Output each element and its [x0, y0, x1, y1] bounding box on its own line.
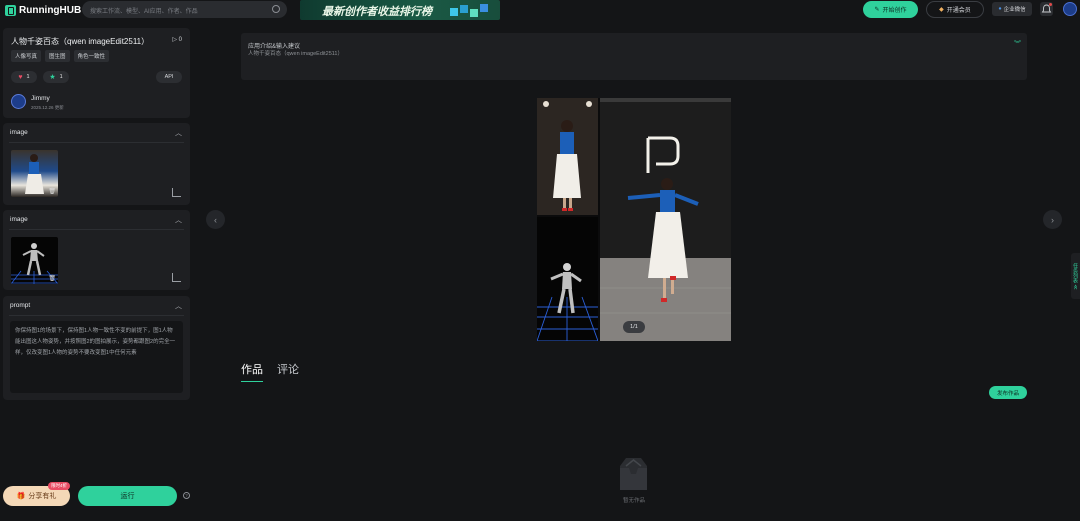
chevron-up-icon[interactable]: ︿ [175, 301, 182, 311]
source-photo-panel [537, 98, 598, 215]
workflow-title: 人物千姿百态（qwen imageEdit2511） [11, 37, 150, 46]
search-input[interactable]: 搜索工作流、模型、AI应用、作者、作品 [82, 1, 287, 18]
help-icon[interactable]: ? [183, 492, 190, 499]
wechat-button[interactable]: ● 企业微信 [992, 2, 1032, 16]
app-intro-panel[interactable]: 应用介绍&输入建议 人物千姿百态（qwen imageEdit2511） ︾ [241, 33, 1027, 80]
top-bar: RunningHUB 搜索工作流、模型、AI应用、作者、作品 最新创作者收益排行… [0, 0, 1080, 20]
play-count[interactable]: ▷ 0 [172, 36, 182, 43]
input-image-thumbnail[interactable]: 🗑 [11, 150, 58, 197]
logo-icon [5, 5, 16, 16]
diamond-icon: ◆ [939, 7, 944, 13]
section-title: image [10, 129, 28, 136]
discount-badge: 限时4折 [48, 482, 71, 490]
empty-inbox-icon [620, 458, 647, 490]
bottom-action-bar: 🎁 分享有礼 限时4折 运行 ? [3, 482, 193, 508]
author-name[interactable]: Jimmy [31, 95, 50, 102]
publish-work-button[interactable]: 发布作品 [989, 386, 1027, 399]
chevron-double-down-icon[interactable]: ︾ [1014, 39, 1021, 49]
chevron-up-icon[interactable]: ︿ [175, 215, 182, 225]
gift-icon: 🎁 [16, 493, 26, 500]
user-avatar[interactable] [1063, 2, 1077, 16]
previous-arrow-icon[interactable]: ‹ [206, 210, 225, 229]
woman-photo [537, 98, 598, 215]
image-input-section-2: image ︿ 🗑 [3, 210, 190, 290]
generated-photo-panel [600, 98, 731, 341]
content-tabs: 作品 评论 [241, 361, 299, 382]
vip-button[interactable]: ◆ 开通会员 [926, 1, 984, 18]
updated-date: 2025.12.26 更新 [31, 105, 64, 110]
banner-text: 最新创作者收益排行榜 [322, 6, 432, 18]
notification-dot [1049, 3, 1052, 6]
cubes-icon [450, 4, 488, 17]
edit-icon[interactable] [172, 273, 181, 282]
like-count: 1 [26, 74, 30, 80]
run-button[interactable]: 运行 [78, 486, 177, 506]
search-placeholder: 搜索工作流、模型、AI应用、作者、作品 [90, 9, 198, 15]
api-button[interactable]: API [156, 71, 182, 83]
brush-icon: ✎ [874, 7, 880, 13]
mannequin-photo [537, 263, 599, 341]
favorite-count: 1 [59, 74, 63, 80]
chevron-up-icon[interactable]: ︿ [175, 128, 182, 138]
divider [9, 315, 184, 316]
edit-icon[interactable] [172, 188, 181, 197]
share-label: 分享有礼 [28, 493, 57, 500]
image-counter: 1/1 [623, 321, 645, 333]
search-icon[interactable] [272, 5, 280, 13]
heart-icon: ♥ [18, 73, 23, 81]
tag-list: 人像写真 图生图 角色一致性 [11, 50, 110, 62]
wechat-label: 企业微信 [1003, 7, 1026, 13]
logo-text: RunningHUB [19, 5, 82, 16]
tag[interactable]: 图生图 [45, 50, 70, 62]
section-title: image [10, 216, 28, 223]
creator-ranking-banner[interactable]: 最新创作者收益排行榜 [300, 0, 500, 20]
start-create-label: 开始创作 [882, 8, 907, 14]
pose-reference-panel [537, 217, 599, 341]
play-icon: ▷ [172, 37, 177, 43]
section-title: prompt [10, 302, 31, 309]
image-input-section-1: image ︿ 🗑 [3, 123, 190, 205]
next-arrow-icon[interactable]: › [1043, 210, 1062, 229]
workflow-card: 人物千姿百态（qwen imageEdit2511） ▷ 0 人像写真 图生图 … [3, 28, 190, 118]
tag[interactable]: 人像写真 [11, 50, 42, 62]
trash-icon[interactable]: 🗑 [48, 275, 56, 282]
divider [9, 142, 184, 143]
vip-label: 开通会员 [946, 8, 971, 14]
task-list-side-tab[interactable]: 任务列表 ≪ [1071, 253, 1080, 299]
empty-state-text: 暂无作品 [622, 498, 645, 504]
trash-icon[interactable]: 🗑 [48, 188, 56, 195]
prompt-textarea[interactable]: 你保持图1的场景下，保持图1人物一致性不变的前提下，图1人物能出图这人物姿势，并… [10, 321, 183, 393]
reaction-row: ♥ 1 ★ 1 [11, 71, 69, 83]
start-create-button[interactable]: ✎ 开始创作 [863, 1, 918, 18]
play-count-value: 0 [178, 37, 182, 43]
logo[interactable]: RunningHUB [5, 4, 81, 17]
intro-subtitle: 人物千姿百态（qwen imageEdit2511） [248, 51, 343, 57]
tag[interactable]: 角色一致性 [73, 50, 110, 62]
favorite-button[interactable]: ★ 1 [43, 71, 69, 83]
tab-works[interactable]: 作品 [241, 361, 263, 382]
like-button[interactable]: ♥ 1 [11, 71, 37, 83]
star-icon: ★ [49, 74, 56, 81]
tab-comments[interactable]: 评论 [277, 361, 299, 382]
generated-woman-photo [600, 98, 731, 341]
divider [9, 229, 184, 230]
author-avatar[interactable] [11, 94, 26, 109]
wechat-icon: ● [998, 6, 1002, 12]
notification-bell-icon[interactable] [1040, 2, 1053, 16]
prompt-section: prompt ︿ 你保持图1的场景下，保持图1人物一致性不变的前提下，图1人物能… [3, 296, 190, 400]
result-image[interactable] [537, 98, 731, 341]
input-image-thumbnail[interactable]: 🗑 [11, 237, 58, 284]
